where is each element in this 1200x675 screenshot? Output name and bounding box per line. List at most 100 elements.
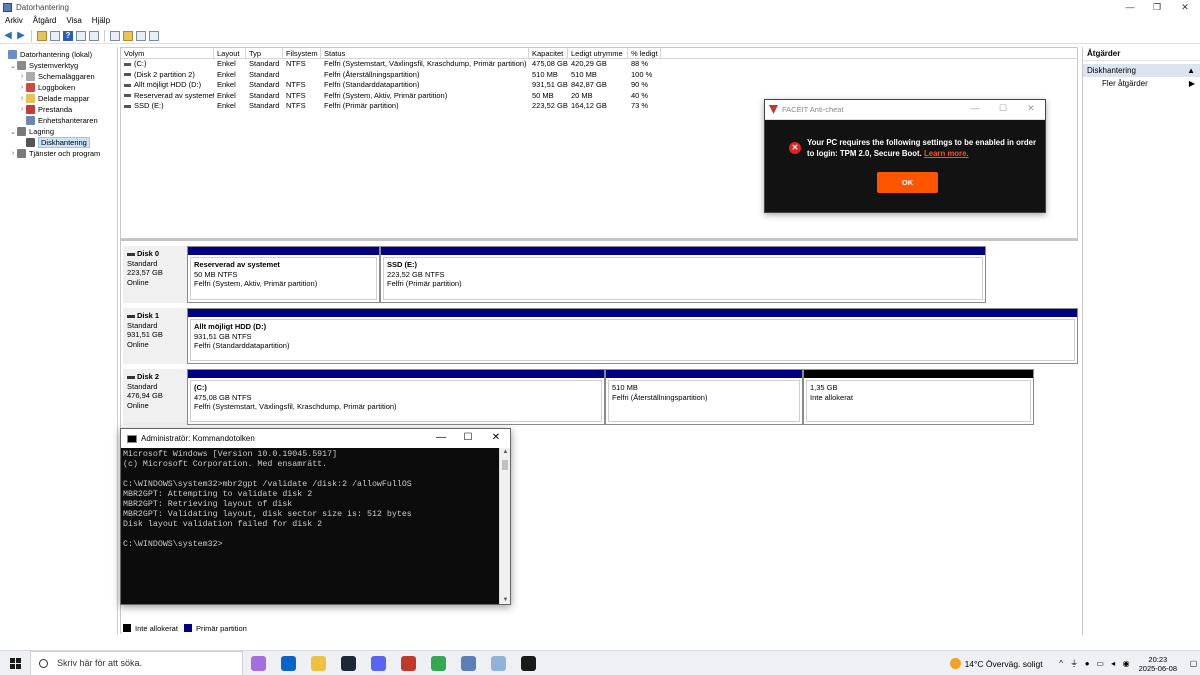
forward-arrow-icon[interactable]: ▶	[16, 30, 26, 41]
taskbar-app[interactable]	[363, 651, 393, 675]
properties-icon[interactable]	[76, 30, 86, 41]
table-cell: 50 MB	[529, 91, 568, 102]
faceit-maximize-button[interactable]: ☐	[993, 103, 1013, 114]
minimize-button[interactable]: —	[1116, 0, 1144, 14]
column-header-status[interactable]: Status	[321, 48, 529, 58]
console-tree-icon[interactable]	[50, 30, 60, 41]
taskbar-app[interactable]	[513, 651, 543, 675]
scroll-up-arrow-icon[interactable]: ▲	[500, 449, 511, 455]
menu-arkiv[interactable]: Arkiv	[0, 16, 28, 25]
faceit-close-button[interactable]: ✕	[1021, 103, 1041, 114]
table-row[interactable]: (C:) Enkel Standard NTFS Felfri (Systemstart…	[121, 59, 1077, 70]
usb-icon[interactable]: ⏚	[1069, 658, 1080, 669]
cmd-line: MBR2GPT: Retrieving layout of disk	[123, 500, 293, 509]
chevron-right-icon[interactable]: ›	[18, 73, 26, 80]
taskbar-app[interactable]	[423, 651, 453, 675]
learn-more-link[interactable]: Learn more.	[924, 149, 969, 158]
chevron-up-icon[interactable]: ^	[1056, 659, 1067, 668]
up-folder-icon[interactable]	[37, 30, 47, 41]
tree-item[interactable]: › Delade mappar	[0, 93, 117, 104]
column-header-layout[interactable]: Layout	[214, 48, 246, 58]
disk-check-icon[interactable]	[110, 30, 120, 41]
ok-button[interactable]: OK	[877, 172, 938, 193]
table-row[interactable]: Allt möjligt HDD (D:) Enkel Standard NTFS Fe…	[121, 80, 1077, 91]
taskbar-app[interactable]	[243, 651, 273, 675]
column-header-kapacitet[interactable]: Kapacitet	[529, 48, 568, 58]
partition[interactable]: Allt möjligt HDD (D:) 931,51 GB NTFS Fel…	[187, 308, 1078, 364]
cmd-maximize-button[interactable]: ☐	[458, 432, 478, 443]
tree-item[interactable]: Datorhantering (lokal)	[0, 49, 117, 60]
chevron-right-icon[interactable]: ›	[9, 150, 17, 157]
cmd-scrollbar[interactable]: ▲ ▼	[499, 448, 510, 604]
chevron-right-icon[interactable]: ›	[18, 95, 26, 102]
menu-atgard[interactable]: Åtgärd	[28, 16, 62, 25]
tree-item[interactable]: › Schemaläggaren	[0, 71, 117, 82]
taskbar-app[interactable]	[273, 651, 303, 675]
table-cell-text: NTFS	[286, 90, 306, 100]
tree-item[interactable]: › Tjänster och program	[0, 148, 117, 159]
back-arrow-icon[interactable]: ◀	[3, 30, 13, 41]
more-actions-item[interactable]: Fler åtgärder ▶	[1083, 77, 1200, 90]
scroll-down-arrow-icon[interactable]: ▼	[500, 597, 511, 603]
volume-icon[interactable]: ◂	[1108, 659, 1119, 668]
chevron-right-icon[interactable]: ›	[18, 106, 26, 113]
disk-label[interactable]: Disk 1 Standard 931,51 GB Online	[123, 308, 187, 364]
taskbar-app[interactable]	[483, 651, 513, 675]
chevron-right-icon[interactable]: ›	[18, 84, 26, 91]
volume-icon	[124, 62, 131, 66]
disk-label[interactable]: Disk 2 Standard 476,94 GB Online	[123, 369, 187, 425]
column-header-ledigt[interactable]: Ledigt utrymme	[568, 48, 628, 58]
column-header-filsystem[interactable]: Filsystem	[283, 48, 321, 58]
list-view-icon[interactable]	[149, 30, 159, 41]
cmd-close-button[interactable]: ✕	[486, 432, 506, 443]
column-header-procent[interactable]: % ledigt	[628, 48, 661, 58]
tree-item[interactable]: Diskhantering	[0, 137, 117, 148]
taskbar-app[interactable]	[453, 651, 483, 675]
partition[interactable]: 510 MB Felfri (Återställningspartition)	[605, 369, 803, 425]
unallocated-partition[interactable]: 1,35 GB Inte allokerat	[803, 369, 1034, 425]
column-header-volym[interactable]: Volym	[121, 48, 214, 58]
taskbar-app[interactable]	[393, 651, 423, 675]
view-icon[interactable]	[89, 30, 99, 41]
partition[interactable]: (C:) 475,08 GB NTFS Felfri (Systemstart,…	[187, 369, 605, 425]
search-icon[interactable]	[136, 30, 146, 41]
tree-item[interactable]: ⌄ Lagring	[0, 126, 117, 137]
restore-button[interactable]: ❐	[1143, 0, 1171, 14]
taskbar-app[interactable]	[333, 651, 363, 675]
taskbar-app[interactable]	[303, 651, 333, 675]
table-cell-text: 475,08 GB	[532, 59, 568, 68]
cmd-minimize-button[interactable]: —	[431, 432, 451, 443]
scroll-thumb[interactable]	[502, 460, 508, 470]
menu-visa[interactable]: Visa	[61, 16, 86, 25]
chevron-down-icon[interactable]: ⌄	[9, 62, 17, 70]
menu-hjalp[interactable]: Hjälp	[87, 16, 115, 25]
help-icon[interactable]: ?	[63, 30, 73, 41]
partition[interactable]: SSD (E:) 223,52 GB NTFS Felfri (Primär p…	[380, 246, 986, 303]
cmd-output[interactable]: Microsoft Windows [Version 10.0.19045.59…	[121, 448, 500, 604]
network-icon[interactable]: ▭	[1095, 659, 1106, 668]
actions-section-diskhantering[interactable]: Diskhantering ▲	[1083, 64, 1200, 77]
clock[interactable]: 20:23 2025-06-08	[1139, 655, 1177, 673]
collapse-arrow-icon[interactable]: ▲	[1187, 64, 1195, 77]
weather-widget[interactable]: 14°C Överväg. soligt	[949, 658, 1043, 669]
faceit-minimize-button[interactable]: —	[965, 103, 985, 113]
disk-label[interactable]: Disk 0 Standard 223,57 GB Online	[123, 246, 187, 303]
notifications-icon[interactable]: ▢	[1188, 659, 1199, 668]
chevron-down-icon[interactable]: ⌄	[9, 128, 17, 136]
speaker-icon[interactable]: ◉	[1121, 659, 1132, 668]
microphone-icon[interactable]: ●	[1082, 659, 1093, 668]
start-button[interactable]	[0, 651, 30, 675]
tree-item[interactable]: › Prestanda	[0, 104, 117, 115]
tree-item[interactable]: ⌄ Systemverktyg	[0, 60, 117, 71]
table-row[interactable]: (Disk 2 partition 2) Enkel Standard Felfri …	[121, 70, 1077, 81]
unallocated-bar	[804, 370, 1033, 378]
close-button[interactable]: ✕	[1171, 0, 1199, 14]
taskbar-search[interactable]: Skriv här för att söka.	[30, 650, 243, 675]
tree-item[interactable]: › Loggboken	[0, 82, 117, 93]
partition-status: Felfri (Återställningspartition)	[612, 392, 708, 402]
disk-type: Standard	[127, 258, 158, 268]
open-folder-icon[interactable]	[123, 30, 133, 41]
tree-item[interactable]: Enhetshanteraren	[0, 115, 117, 126]
partition[interactable]: Reserverad av systemet 50 MB NTFS Felfri…	[187, 246, 380, 303]
column-header-typ[interactable]: Typ	[246, 48, 283, 58]
